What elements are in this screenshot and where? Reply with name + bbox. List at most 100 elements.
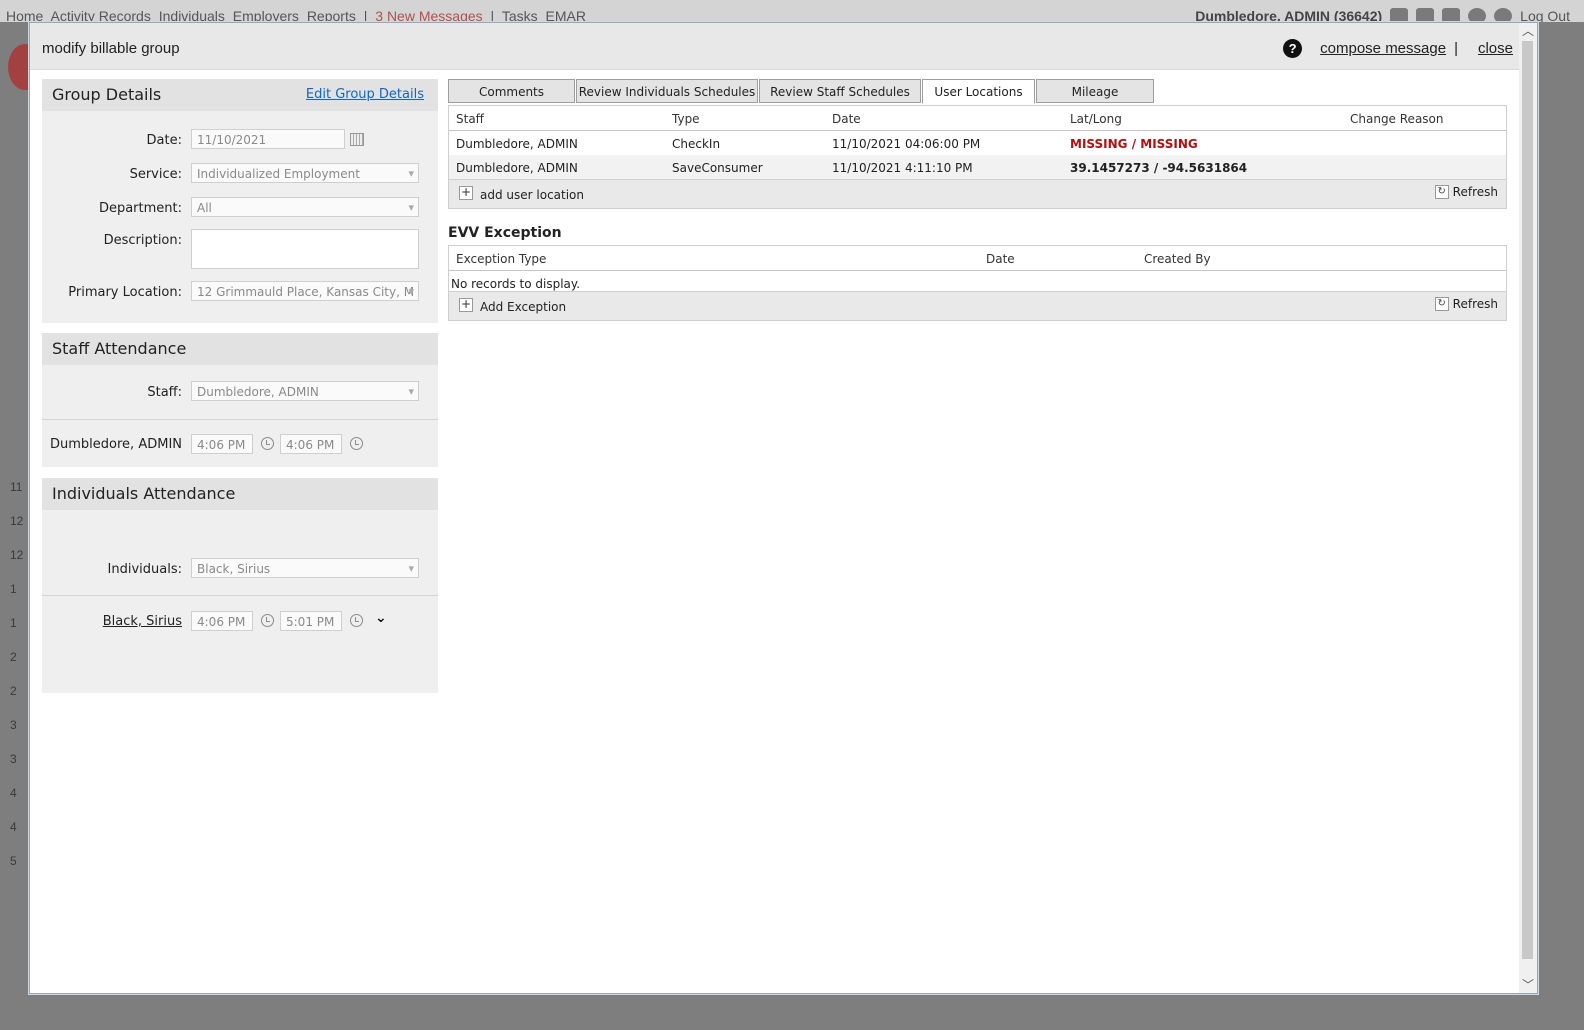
cell-date: 11/10/2021 4:11:10 PM [832,161,973,175]
background-row-label: 4 [10,786,17,800]
individual-end-time[interactable]: 5:01 PM [280,611,342,631]
column-header-staff[interactable]: Staff [456,112,484,126]
divider [42,419,438,420]
group-details-panel: Group Details Edit Group Details Date: 1… [42,79,438,323]
scroll-up-icon[interactable]: ︿ [1522,25,1534,37]
cell-staff: Dumbledore, ADMIN [456,137,578,151]
refresh-button[interactable]: ↻ Refresh [1434,297,1498,311]
staff-label: Staff: [147,385,182,400]
grid-footer: + Add Exception ↻ Refresh [449,291,1506,320]
column-header-type[interactable]: Type [672,112,700,126]
department-row: Department: All [42,197,438,221]
app-top-nav: Home Activity Records Individuals Employ… [0,0,1584,24]
service-label: Service: [129,167,182,182]
individuals-select[interactable]: Black, Sirius [191,558,419,578]
clock-icon[interactable] [261,437,274,450]
tab-review-individuals-schedules[interactable]: Review Individuals Schedules [576,79,758,103]
empty-row: No records to display. [449,271,1506,291]
clock-icon[interactable] [261,614,274,627]
column-header-date[interactable]: Date [986,252,1015,266]
help-icon[interactable]: ? [1283,39,1303,58]
plus-icon[interactable]: + [459,186,473,200]
background-row-label: 2 [10,650,17,664]
modify-billable-group-dialog: modify billable group ? compose message … [29,22,1538,994]
chevron-down-icon[interactable]: ⌄ [375,610,387,626]
service-row: Service: Individualized Employment [42,163,438,187]
divider [42,595,438,596]
individual-start-time[interactable]: 4:06 PM [191,611,253,631]
description-textarea[interactable] [191,229,419,269]
cell-staff: Dumbledore, ADMIN [456,161,578,175]
column-header-change-reason[interactable]: Change Reason [1350,112,1444,126]
column-header-exception-type[interactable]: Exception Type [456,252,546,266]
grid-header: Staff Type Date Lat/Long Change Reason [449,106,1506,131]
dialog-title: modify billable group [42,40,180,57]
tab-mileage[interactable]: Mileage [1036,79,1154,103]
scrollbar-thumb[interactable] [1522,41,1533,959]
background-row-label: 5 [10,854,17,868]
add-user-location-button[interactable]: add user location [480,188,584,202]
staff-start-time[interactable]: 4:06 PM [191,434,253,454]
dialog-scrollbar[interactable]: ︿ ﹀ [1519,23,1537,993]
individuals-attendance-heading: Individuals Attendance [42,478,438,510]
description-row: Description: [42,229,438,271]
service-select[interactable]: Individualized Employment [191,163,419,183]
tab-user-locations[interactable]: User Locations [922,79,1035,104]
add-exception-button[interactable]: Add Exception [480,300,566,314]
evv-exception-heading: EVV Exception [448,225,562,241]
staff-attendance-panel: Staff Attendance Staff: Dumbledore, ADMI… [42,333,438,467]
background-row-label: 3 [10,718,17,732]
individual-attendee-link[interactable]: Black, Sirius [103,614,182,629]
clock-icon[interactable] [350,614,363,627]
edit-group-details-link[interactable]: Edit Group Details [306,79,424,111]
compose-message-link[interactable]: compose message [1320,40,1446,57]
cell-latlong: MISSING / MISSING [1070,137,1198,151]
close-link[interactable]: close [1478,40,1513,57]
column-header-date[interactable]: Date [832,112,861,126]
no-records-message: No records to display. [451,277,581,291]
department-select[interactable]: All [191,197,419,217]
date-label: Date: [146,133,182,148]
cell-latlong: 39.1457273 / -94.5631864 [1070,161,1248,175]
staff-row: Staff: Dumbledore, ADMIN [42,381,438,405]
staff-attendee-name: Dumbledore, ADMIN [50,437,182,452]
plus-icon[interactable]: + [459,298,473,312]
scroll-down-icon[interactable]: ﹀ [1522,979,1534,991]
background-row-label: 2 [10,684,17,698]
refresh-icon: ↻ [1434,297,1449,311]
calendar-icon[interactable] [350,133,364,146]
individuals-label: Individuals: [107,562,182,577]
individuals-row: Individuals: Black, Sirius [42,558,438,582]
refresh-label: Refresh [1452,297,1498,311]
description-label: Description: [103,233,182,248]
detail-tabs: Comments Review Individuals Schedules Re… [448,79,1155,104]
clock-icon[interactable] [350,437,363,450]
primary-location-row: Primary Location: 12 Grimmauld Place, Ka… [42,281,438,305]
column-header-latlong[interactable]: Lat/Long [1070,112,1122,126]
column-header-created-by[interactable]: Created By [1144,252,1211,266]
cell-date: 11/10/2021 04:06:00 PM [832,137,981,151]
refresh-button[interactable]: ↻ Refresh [1434,185,1498,199]
action-separator: | [1454,40,1458,57]
date-field[interactable]: 11/10/2021 [191,129,345,149]
grid-footer: + add user location ↻ Refresh [449,179,1506,208]
background-time-column: 11 12 12 1 1 2 2 3 3 4 4 5 [10,480,28,888]
background-row-label: 12 [10,514,24,528]
cell-type: SaveConsumer [672,161,763,175]
background-row-label: 12 [10,548,24,562]
staff-end-time[interactable]: 4:06 PM [280,434,342,454]
primary-location-select[interactable]: 12 Grimmauld Place, Kansas City, M [191,281,419,301]
tab-review-staff-schedules[interactable]: Review Staff Schedules [759,79,921,103]
table-row[interactable]: Dumbledore, ADMIN CheckIn 11/10/2021 04:… [449,131,1506,155]
grid-header: Exception Type Date Created By [449,246,1506,271]
individuals-attendance-panel: Individuals Attendance Individuals: Blac… [42,478,438,693]
table-row[interactable]: Dumbledore, ADMIN SaveConsumer 11/10/202… [449,155,1506,179]
background-row-label: 11 [10,480,23,494]
dialog-actions: ? compose message | close [1283,39,1513,58]
staff-select[interactable]: Dumbledore, ADMIN [191,381,419,401]
evv-exception-grid: Exception Type Date Created By No record… [448,245,1507,321]
dialog-header: modify billable group ? compose message … [30,23,1537,70]
background-row-label: 1 [10,582,17,596]
tab-comments[interactable]: Comments [448,79,575,103]
primary-location-label: Primary Location: [68,285,182,300]
